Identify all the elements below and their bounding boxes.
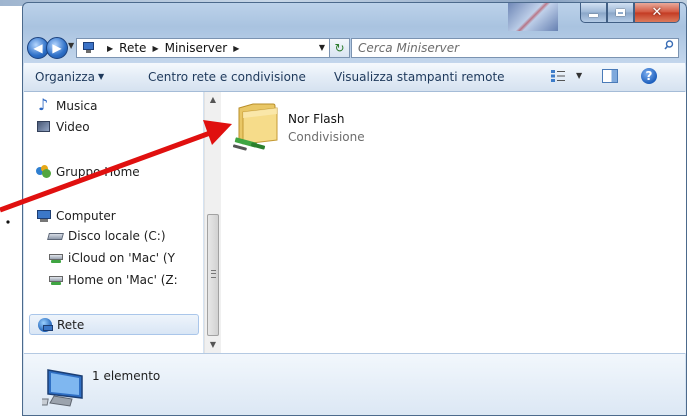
search-icon[interactable] (664, 40, 674, 50)
preview-pane-icon[interactable] (602, 69, 618, 83)
maximize-icon (616, 9, 625, 16)
drive-icon (48, 228, 64, 244)
command-bar: Organizza ▼ Centro rete e condivisione Vi… (24, 63, 685, 92)
details-pane: 1 elemento (24, 353, 685, 415)
sidebar-item-video[interactable]: Video (36, 119, 90, 135)
address-dropdown-icon[interactable]: ▼ (319, 43, 325, 52)
network-icon (37, 317, 53, 333)
file-list: Nor Flash Condivisione (221, 92, 686, 353)
sidebar-item-gruppo-home[interactable]: Gruppo Home (36, 164, 140, 180)
navigation-pane-scrollbar[interactable]: ▲ ▼ (204, 92, 221, 353)
sidebar-item-musica[interactable]: Musica (36, 95, 98, 114)
sidebar-item-label: Disco locale (C:) (68, 229, 166, 243)
network-drive-icon (48, 272, 64, 288)
sidebar-item-disco-locale[interactable]: Disco locale (C:) (48, 228, 166, 244)
background-flag-decoration (508, 3, 558, 31)
annotation-dot (6, 220, 10, 224)
sidebar-item-label: Musica (56, 99, 98, 113)
caption-buttons: ✕ (580, 3, 680, 23)
title-bar[interactable]: ✕ (23, 3, 686, 33)
chevron-right-icon[interactable]: ▶ (107, 44, 113, 53)
sidebar-item-label: Rete (57, 317, 85, 332)
sidebar-item-label: Home on 'Mac' (Z: (68, 273, 178, 287)
back-arrow-icon: ◀ (33, 41, 43, 55)
organize-label: Organizza (35, 70, 96, 84)
chevron-down-icon: ▼ (98, 72, 105, 81)
item-count: 1 elemento (92, 369, 161, 383)
grip-icon (211, 270, 216, 278)
views-dropdown-icon[interactable]: ▼ (576, 71, 582, 80)
scroll-down-icon[interactable]: ▼ (205, 337, 221, 353)
chevron-right-icon[interactable]: ▶ (152, 44, 158, 53)
sidebar-item-home-mac[interactable]: Home on 'Mac' (Z: (48, 272, 178, 288)
video-icon (36, 119, 52, 135)
list-item[interactable]: Nor Flash Condivisione (233, 100, 433, 152)
sidebar-item-label: Gruppo Home (56, 165, 140, 179)
search-placeholder: Cerca Miniserver (358, 41, 460, 55)
navigation-row: ◀ ▶ ▼ ▶ Rete ▶ Miniserver ▶ ▼ ↻ Cerca Mi… (23, 33, 686, 63)
breadcrumb-miniserver[interactable]: Miniserver (165, 41, 228, 55)
view-remote-printers-button[interactable]: Visualizza stampanti remote (334, 70, 505, 84)
close-button[interactable]: ✕ (634, 3, 680, 23)
shared-folder-icon (233, 103, 278, 151)
sidebar-item-icloud-mac[interactable]: iCloud on 'Mac' (Y (48, 250, 175, 266)
minimize-icon (589, 14, 598, 17)
refresh-icon: ↻ (334, 41, 345, 55)
chevron-right-icon[interactable]: ▶ (233, 44, 239, 53)
refresh-button[interactable]: ↻ (330, 38, 350, 58)
network-location-icon (81, 42, 97, 54)
share-type: Condivisione (288, 130, 365, 144)
views-icon[interactable] (551, 69, 565, 83)
scroll-up-icon[interactable]: ▲ (205, 92, 221, 108)
share-name: Nor Flash (288, 112, 345, 126)
sidebar-item-computer[interactable]: Computer (36, 208, 116, 224)
homegroup-icon (36, 164, 52, 180)
scrollbar-thumb[interactable] (207, 214, 219, 336)
explorer-window: ✕ ◀ ▶ ▼ ▶ Rete ▶ Miniserver ▶ ▼ ↻ Cerca … (22, 2, 687, 416)
computer-icon (36, 208, 52, 224)
sidebar-item-label: Video (56, 120, 90, 134)
navigation-pane: Musica Video Gruppo Home Computer Disco … (24, 92, 203, 353)
maximize-button[interactable] (607, 3, 634, 23)
forward-button[interactable]: ▶ (46, 37, 68, 59)
computer-icon (42, 369, 83, 407)
help-icon[interactable]: ? (641, 68, 657, 84)
close-icon: ✕ (651, 5, 663, 20)
music-icon (36, 95, 52, 114)
sidebar-item-rete[interactable]: Rete (29, 314, 199, 335)
sidebar-item-label: Computer (56, 209, 116, 223)
search-input[interactable]: Cerca Miniserver (351, 38, 679, 58)
sidebar-item-label: iCloud on 'Mac' (Y (68, 251, 175, 265)
network-center-button[interactable]: Centro rete e condivisione (148, 70, 306, 84)
address-bar[interactable]: ▶ Rete ▶ Miniserver ▶ ▼ (76, 38, 330, 58)
network-drive-icon (48, 250, 64, 266)
breadcrumb-rete[interactable]: Rete (119, 41, 146, 55)
organize-button[interactable]: Organizza ▼ (35, 70, 104, 84)
forward-arrow-icon: ▶ (52, 41, 62, 55)
recent-pages-dropdown[interactable]: ▼ (68, 41, 74, 50)
minimize-button[interactable] (580, 3, 607, 23)
